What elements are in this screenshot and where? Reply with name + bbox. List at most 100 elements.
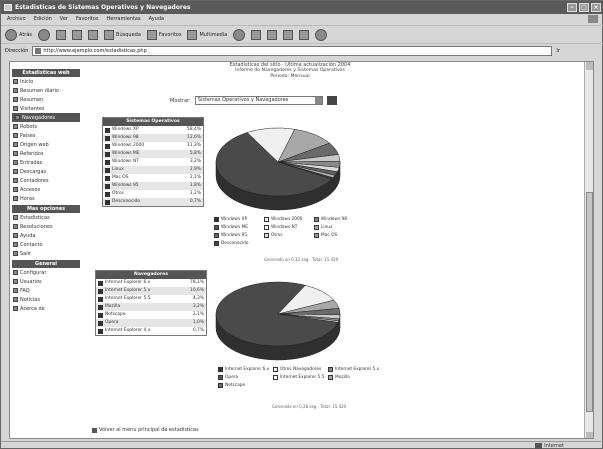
row-label: Mac OS <box>112 175 129 180</box>
scroll-up-icon[interactable] <box>586 62 593 70</box>
sidebar-item[interactable]: Acerca de <box>10 304 82 313</box>
row-label: Windows 98 <box>112 135 139 140</box>
address-input[interactable]: http://www.ejemplo.com/estadisticas.php <box>32 46 553 56</box>
mail-button[interactable] <box>251 29 262 40</box>
browser-pie-chart <box>215 281 341 361</box>
os-icon <box>105 127 110 133</box>
minimize-icon[interactable]: – <box>567 3 577 12</box>
history-button[interactable] <box>233 28 246 41</box>
sidebar-item[interactable]: Estadisticas <box>10 213 82 222</box>
page-header: Estadisticas del sitio · Última actualiz… <box>150 62 430 80</box>
multimedia-button[interactable]: Multimedia <box>187 29 227 40</box>
menu-item-icon <box>13 288 18 293</box>
legend-label: Netscape <box>225 383 246 388</box>
filter-go-button[interactable] <box>326 96 337 105</box>
sidebar-item[interactable]: Navegadores <box>12 113 80 122</box>
menu-item-icon <box>13 88 18 93</box>
row-label: Internet Explorer 5.5 <box>105 296 151 301</box>
sidebar-item[interactable]: Usuarios <box>10 277 82 286</box>
status-bar: Internet <box>1 441 603 449</box>
address-label: Dirección <box>5 48 29 54</box>
refresh-icon <box>72 29 83 40</box>
menu-item-icon <box>13 97 18 102</box>
sidebar-item[interactable]: Descargas <box>10 167 82 176</box>
menu-item-icon <box>13 196 18 201</box>
legend-label: Desconocido <box>221 241 249 246</box>
sidebar-item-label: Origen web <box>20 141 49 148</box>
menu-herramientas[interactable]: Herramientas <box>107 14 141 24</box>
legend-swatch <box>328 375 333 380</box>
menu-item-icon <box>13 279 18 284</box>
menu-edicion[interactable]: Edición <box>34 14 52 24</box>
sidebar-item[interactable]: Resumen diario <box>10 86 82 95</box>
sidebar-item[interactable]: Horas <box>10 194 82 203</box>
sidebar-section: General Configurar Usuarios FAQ Noticias Acer… <box>10 260 82 313</box>
legend-label: Internet Explorer 5.x <box>335 367 380 372</box>
maximize-icon[interactable]: □ <box>579 3 589 12</box>
menu-archivo[interactable]: Archivo <box>7 14 26 24</box>
sidebar-item[interactable]: Visitantes <box>10 104 82 113</box>
address-bar: Dirección http://www.ejemplo.com/estadis… <box>1 45 603 57</box>
messenger-button[interactable] <box>315 28 328 41</box>
close-icon[interactable]: × <box>591 3 601 12</box>
menu-favoritos[interactable]: Favoritos <box>76 14 99 24</box>
go-button[interactable]: Ir <box>556 48 560 54</box>
menu-ayuda[interactable]: Ayuda <box>149 14 164 24</box>
sidebar-item[interactable]: Resumen <box>10 95 82 104</box>
sidebar-item[interactable]: Origen web <box>10 140 82 149</box>
sidebar-item[interactable]: Inicio <box>10 77 82 86</box>
sidebar-item[interactable]: Paises <box>10 131 82 140</box>
forward-button[interactable] <box>38 28 51 41</box>
sidebar-item-label: Navegadores <box>22 114 55 121</box>
os-icon <box>105 159 110 165</box>
browser-legend: Internet Explorer 6.x Otros Navegadores In… <box>218 367 383 388</box>
sidebar-item[interactable]: Contacto <box>10 240 82 249</box>
sidebar-item[interactable]: FAQ <box>10 286 82 295</box>
sidebar-item[interactable]: Entradas <box>10 158 82 167</box>
favorites-button[interactable]: Favoritos <box>146 29 181 40</box>
legend-label: Internet Explorer 6.x <box>225 367 270 372</box>
menu-ver[interactable]: Ver <box>60 14 68 24</box>
scroll-thumb[interactable] <box>586 192 593 412</box>
sidebar-item[interactable]: Salir <box>10 249 82 258</box>
legend-swatch <box>214 233 219 238</box>
refresh-button[interactable] <box>72 29 83 40</box>
menu-item-icon <box>13 270 18 275</box>
browser-generated-note: Generado en 0,28 seg · Total: 15.420 <box>272 404 347 409</box>
sidebar-item[interactable]: Noticias <box>10 295 82 304</box>
sidebar-item[interactable]: Configurar <box>10 268 82 277</box>
legend-item: Netscape <box>218 383 273 388</box>
sidebar-item[interactable]: Robots <box>10 122 82 131</box>
legend-item: Windows XP <box>214 217 264 222</box>
media-icon <box>187 29 198 40</box>
print-button[interactable] <box>267 29 278 40</box>
vertical-scrollbar[interactable] <box>584 62 593 438</box>
filter-select[interactable]: Sistemas Operativos y Navegadores <box>194 96 323 105</box>
os-icon <box>105 191 110 197</box>
sidebar-item[interactable]: Ayuda <box>10 231 82 240</box>
discuss-button[interactable] <box>299 29 310 40</box>
sidebar-item-label: Noticias <box>20 296 40 303</box>
row-name: Opera <box>98 319 118 327</box>
scroll-down-icon[interactable] <box>586 432 593 438</box>
legend-label: Linux <box>321 225 333 230</box>
home-button[interactable] <box>88 29 99 40</box>
back-to-menu-link[interactable]: Volver al menu principal de estadisticas <box>92 427 199 433</box>
row-name: Windows 98 <box>105 134 139 142</box>
edit-button[interactable] <box>283 29 294 40</box>
sidebar-item-label: Contacto <box>20 241 43 248</box>
sidebar-item[interactable]: Accesos <box>10 185 82 194</box>
search-button[interactable]: Búsqueda <box>104 29 141 40</box>
sidebar-item[interactable]: Resoluciones <box>10 222 82 231</box>
row-name: Mac OS <box>105 174 129 182</box>
stop-button[interactable] <box>56 29 67 40</box>
back-button[interactable]: Atrás <box>5 28 32 41</box>
sidebar-item[interactable]: Contadores <box>10 176 82 185</box>
row-label: Internet Explorer 5.x <box>105 288 151 293</box>
row-name: Windows 95 <box>105 182 139 190</box>
discuss-icon <box>299 29 310 40</box>
row-percent: 10,6% <box>190 288 204 293</box>
table-row: Opera 1,0% <box>96 319 206 327</box>
sidebar-item[interactable]: Referidos <box>10 149 82 158</box>
legend-item: Internet Explorer 5.5 <box>273 375 328 380</box>
